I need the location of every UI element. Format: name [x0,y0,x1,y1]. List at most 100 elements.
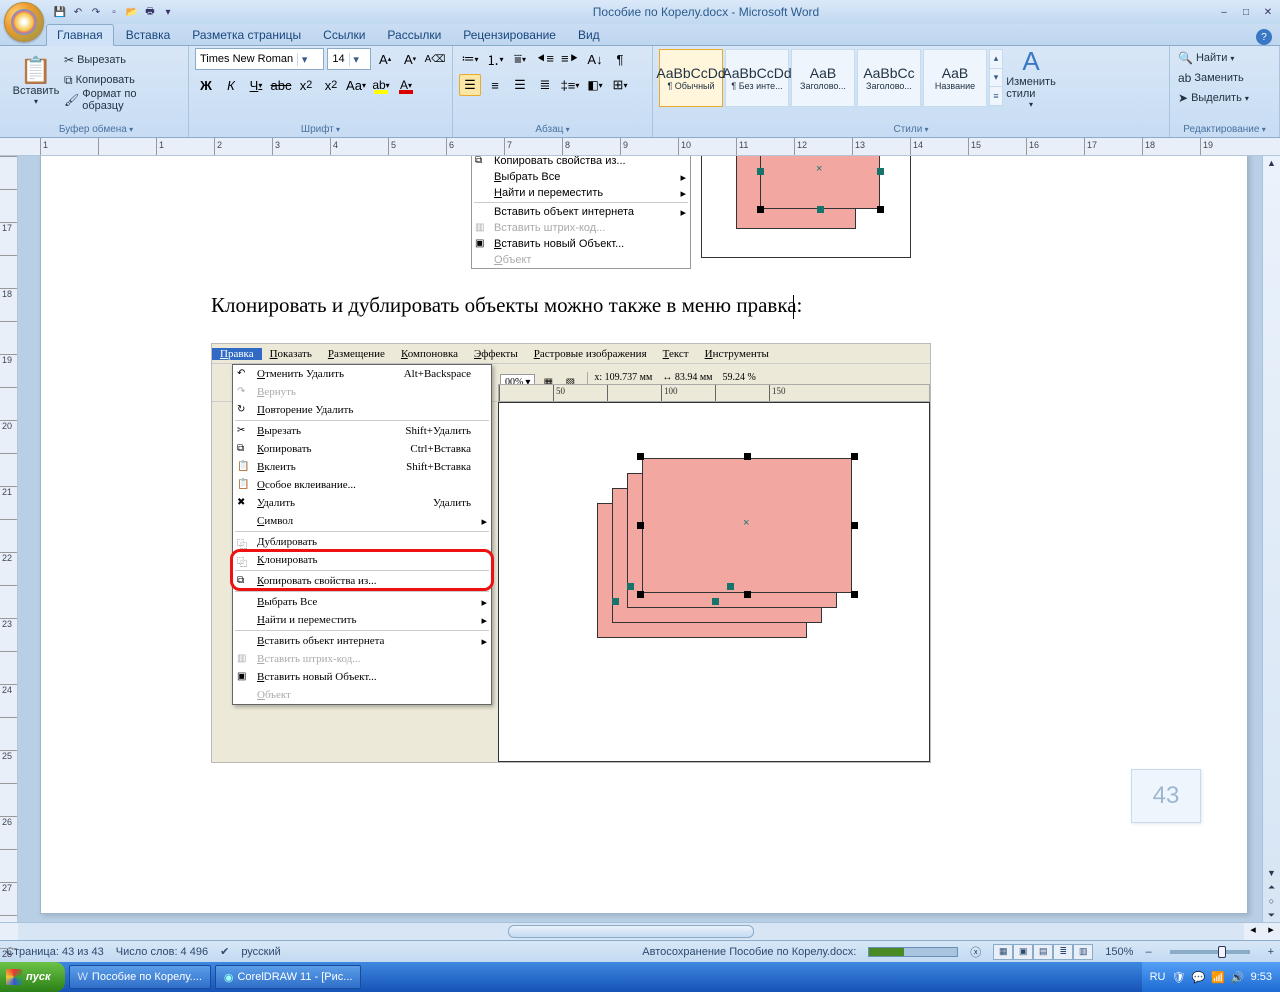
close-icon[interactable]: ✕ [1260,4,1276,20]
menu-item[interactable]: ✂ВырезатьShift+Удалить [233,422,491,440]
style-item[interactable]: AaBbCcЗаголово... [857,49,921,107]
change-styles-button[interactable]: AИзменить стили▾ [1005,45,1057,111]
change-case-button[interactable]: Aa▾ [345,74,367,96]
next-page-icon[interactable]: ⏷ [1263,908,1280,922]
menu-item[interactable]: ⿻Дублировать [233,533,491,551]
tab-view[interactable]: Вид [568,25,610,45]
bold-button[interactable]: Ж [195,74,217,96]
menu-item[interactable]: ✖УдалитьУдалить [233,494,491,512]
corel-menu[interactable]: Растровые изображения [526,348,655,360]
scrollbar-horizontal[interactable]: ◂ ▸ [0,922,1280,940]
zoom-in-icon[interactable]: + [1268,946,1274,958]
strike-button[interactable]: abc [270,74,292,96]
tab-layout[interactable]: Разметка страницы [182,25,311,45]
clock[interactable]: 9:53 [1251,971,1272,983]
scroll-down-icon[interactable]: ▼ [1263,866,1280,880]
replace-button[interactable]: abЗаменить [1176,68,1273,88]
bullets-button[interactable]: ≔▾ [459,48,481,70]
document-scroll[interactable]: ⧉Копировать свойства из...Выбрать Все▸На… [18,156,1262,922]
prev-page-icon[interactable]: ⏶ [1263,880,1280,894]
draft-icon[interactable]: ▥ [1073,944,1093,960]
format-painter-button[interactable]: 🖌Формат по образцу [62,90,182,110]
tab-review[interactable]: Рецензирование [453,25,566,45]
new-icon[interactable]: ▫ [106,4,122,20]
menu-item[interactable]: Вставить объект интернета▸ [472,204,690,220]
tab-references[interactable]: Ссылки [313,25,375,45]
clear-format-button[interactable]: A⌫ [424,48,446,70]
corel-menu[interactable]: Размещение [320,348,393,360]
task-corel[interactable]: ◉CorelDRAW 11 - [Рис... [215,965,362,989]
style-item[interactable]: AaBНазвание [923,49,987,107]
multilevel-button[interactable]: ⩸▾ [509,48,531,70]
select-button[interactable]: ➤Выделить▾ [1176,88,1273,108]
browse-object-icon[interactable]: ○ [1263,894,1280,908]
align-left-button[interactable]: ☰ [459,74,481,96]
italic-button[interactable]: К [220,74,242,96]
menu-item[interactable]: Найти и переместить▸ [472,185,690,201]
shrink-font-button[interactable]: A▾ [399,48,421,70]
subscript-button[interactable]: x2 [295,74,317,96]
align-center-button[interactable]: ≡ [484,74,506,96]
word-count[interactable]: Число слов: 4 496 [116,946,208,958]
menu-item[interactable]: ⧉Копировать свойства из... [233,572,491,590]
paste-button[interactable]: 📋 Вставить ▾ [10,48,62,114]
style-item[interactable]: AaBbCcDd¶ Без инте... [725,49,789,107]
underline-button[interactable]: Ч▾ [245,74,267,96]
style-item[interactable]: AaBbCcDd¶ Обычный [659,49,723,107]
task-word[interactable]: WПособие по Корелу.... [69,965,211,989]
menu-item[interactable]: Найти и переместить▸ [233,611,491,629]
find-button[interactable]: 🔍Найти▾ [1176,48,1273,68]
tab-insert[interactable]: Вставка [116,25,181,45]
corel-menu[interactable]: Инструменты [697,348,777,360]
maximize-icon[interactable]: □ [1238,4,1254,20]
style-item[interactable]: AaBЗаголово... [791,49,855,107]
web-layout-icon[interactable]: ▤ [1033,944,1053,960]
zoom-out-icon[interactable]: – [1145,946,1151,958]
spellcheck-icon[interactable]: ✔ [220,945,229,958]
cancel-autosave-icon[interactable]: ⓧ [970,944,981,960]
showmarks-button[interactable]: ¶ [609,48,631,70]
fullscreen-reading-icon[interactable]: ▣ [1013,944,1033,960]
menu-item[interactable]: ▣Вставить новый Объект... [233,668,491,686]
menu-item[interactable]: 📋Особое вклеивание... [233,476,491,494]
highlight-button[interactable]: ab▾ [370,74,392,96]
indent-button[interactable]: ≡⯈ [559,48,581,70]
language-status[interactable]: русский [241,946,280,958]
menu-item[interactable]: ↶Отменить УдалитьAlt+Backspace [233,365,491,383]
h-thumb[interactable] [508,925,753,938]
numbering-button[interactable]: ⒈▾ [484,48,506,70]
tab-mailings[interactable]: Рассылки [377,25,451,45]
zoom-slider[interactable] [1170,950,1250,954]
print-layout-icon[interactable]: ▦ [993,944,1013,960]
menu-item[interactable]: ⧉КопироватьCtrl+Вставка [233,440,491,458]
font-name-combo[interactable]: Times New Roman▾ [195,48,324,70]
minimize-icon[interactable]: – [1216,4,1232,20]
line-spacing-button[interactable]: ‡≡▾ [559,74,581,96]
scrollbar-vertical[interactable]: ▲ ▼ ⏶ ○ ⏷ [1262,156,1280,922]
help-icon[interactable]: ? [1256,29,1272,45]
qat-more-icon[interactable]: ▾ [160,4,176,20]
corel-menu[interactable]: Компоновка [393,348,466,360]
system-tray[interactable]: RU 🛡 💬 📶 🔊 9:53 [1142,962,1280,992]
tray-shield-icon[interactable]: 🛡 [1172,971,1186,984]
menu-item[interactable]: ⿻Клонировать [233,551,491,569]
menu-item[interactable]: 📋ВклеитьShift+Вставка [233,458,491,476]
tray-msg-icon[interactable]: 💬 [1191,971,1205,984]
sort-button[interactable]: A↓ [584,48,606,70]
borders-button[interactable]: ⊞▾ [609,74,631,96]
zoom-label[interactable]: 150% [1105,946,1133,958]
save-icon[interactable]: 💾 [52,4,68,20]
styles-gallery[interactable]: AaBbCcDd¶ ОбычныйAaBbCcDd¶ Без инте...Aa… [659,48,1163,108]
tray-network-icon[interactable]: 📶 [1211,971,1225,984]
outdent-button[interactable]: ⯇≡ [534,48,556,70]
menu-item[interactable]: ↻Повторение Удалить [233,401,491,419]
align-right-button[interactable]: ☰ [509,74,531,96]
corel-menu[interactable]: Правка [212,348,262,360]
menu-item[interactable]: Вставить объект интернета▸ [233,632,491,650]
tab-home[interactable]: Главная [46,24,114,46]
print-icon[interactable]: 🖶 [142,4,158,20]
scroll-up-icon[interactable]: ▲ [1263,156,1280,170]
menu-item[interactable]: Выбрать Все▸ [233,593,491,611]
lang-indicator[interactable]: RU [1150,971,1166,983]
cut-button[interactable]: ✂Вырезать [62,50,182,70]
